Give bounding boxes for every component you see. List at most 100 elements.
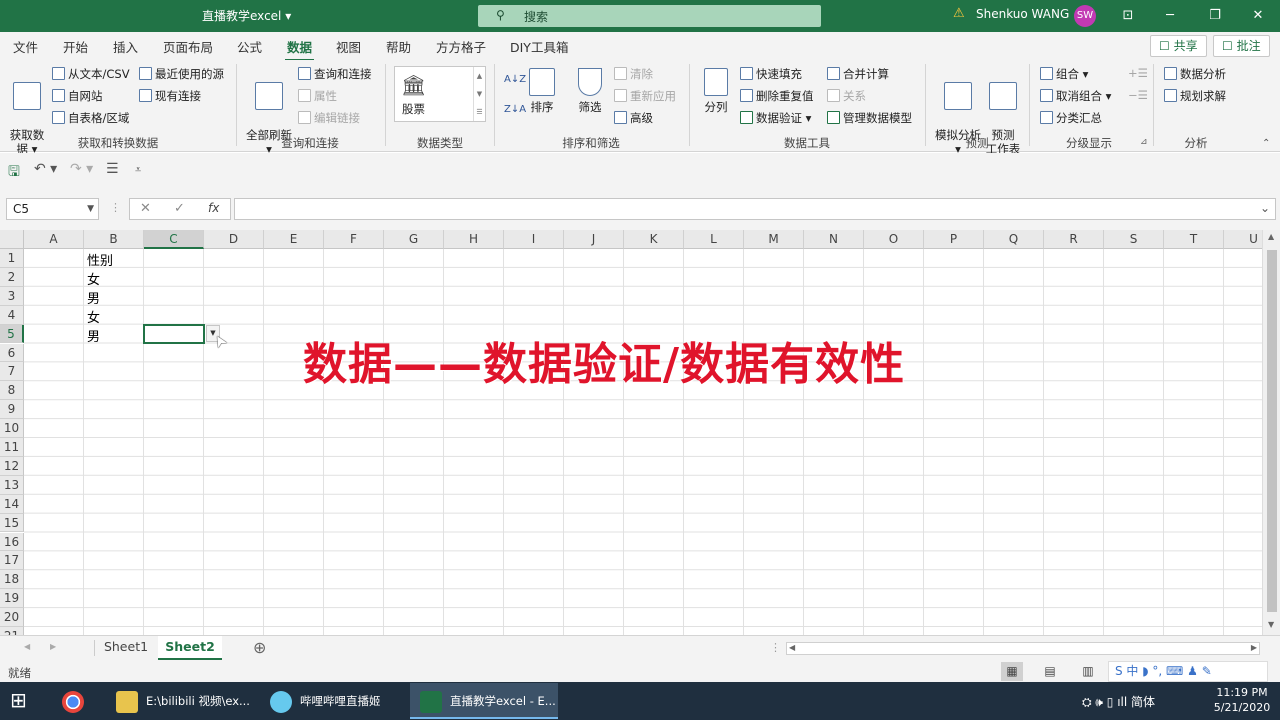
flash-fill-button[interactable]: 快速填充 bbox=[740, 66, 802, 82]
outline-dialog-launcher-icon[interactable]: ⊿ bbox=[1140, 137, 1148, 147]
tab-file[interactable]: 文件 bbox=[13, 37, 38, 56]
tab-view[interactable]: 视图 bbox=[336, 37, 361, 56]
tab-formulas[interactable]: 公式 bbox=[237, 37, 262, 56]
taskbar-file-explorer[interactable]: E:\bilibili 视频\ex... bbox=[106, 683, 252, 719]
system-tray[interactable]: ⛭ 🕪 ▯ ıll 简体 bbox=[1082, 693, 1155, 710]
search-box[interactable]: ⚲ 搜索 bbox=[478, 5, 821, 27]
windows-start-icon[interactable]: ⊞ bbox=[10, 688, 27, 712]
page-layout-view-icon[interactable]: ▤ bbox=[1039, 662, 1061, 681]
cell-b5[interactable]: 男 bbox=[87, 326, 100, 345]
edit-links-button[interactable]: 编辑链接 bbox=[298, 110, 360, 126]
group-button[interactable]: 组合 ▾ bbox=[1040, 66, 1088, 82]
tab-fangfang[interactable]: 方方格子 bbox=[436, 37, 486, 56]
form-icon[interactable]: ☰ bbox=[106, 161, 119, 177]
queries-connections-button[interactable]: 查询和连接 bbox=[298, 66, 372, 82]
data-analysis-button[interactable]: 数据分析 bbox=[1164, 66, 1226, 82]
manage-data-model-button[interactable]: 管理数据模型 bbox=[827, 110, 912, 126]
warning-icon[interactable]: ⚠ bbox=[953, 6, 965, 21]
remove-duplicates-button[interactable]: 删除重复值 bbox=[740, 88, 814, 104]
name-box[interactable]: C5 ▼ bbox=[6, 198, 99, 220]
scroll-right-icon[interactable]: ▶ bbox=[1251, 643, 1257, 652]
ungroup-button[interactable]: 取消组合 ▾ bbox=[1040, 88, 1111, 104]
scroll-down-icon[interactable]: ▼ bbox=[1268, 620, 1274, 629]
taskbar-excel[interactable]: 直播教学excel - E... bbox=[410, 683, 558, 719]
avatar[interactable]: SW bbox=[1074, 5, 1096, 27]
recent-sources-button[interactable]: 最近使用的源 bbox=[139, 66, 224, 82]
from-table-button[interactable]: 自表格/区域 bbox=[52, 110, 129, 126]
horizontal-scrollbar-thumb[interactable] bbox=[801, 645, 1241, 652]
advanced-filter-button[interactable]: 高级 bbox=[614, 110, 653, 126]
user-name[interactable]: Shenkuo WANG bbox=[976, 7, 1069, 21]
gallery-scroll-icon[interactable]: ▲ ▼ ☰ bbox=[473, 67, 485, 121]
solver-button[interactable]: 规划求解 bbox=[1164, 88, 1226, 104]
existing-connections-button[interactable]: 现有连接 bbox=[139, 88, 201, 104]
active-cell[interactable] bbox=[143, 323, 205, 345]
vertical-scrollbar[interactable]: ▲ ▼ bbox=[1262, 230, 1280, 635]
cell-b4[interactable]: 女 bbox=[87, 307, 100, 326]
undo-icon[interactable]: ↶ ▾ bbox=[34, 161, 57, 177]
data-analysis-label: 数据分析 bbox=[1180, 67, 1226, 81]
horizontal-scrollbar[interactable]: ◀ ▶ bbox=[786, 642, 1260, 655]
taskbar-chrome[interactable] bbox=[52, 683, 102, 719]
add-sheet-icon[interactable]: ⊕ bbox=[253, 638, 266, 657]
sheet-tab-sheet2[interactable]: Sheet2 bbox=[158, 636, 222, 660]
taskbar-bilibili-live[interactable]: 哔哩哔哩直播姬 bbox=[260, 683, 406, 719]
sheet-tab-sheet1[interactable]: Sheet1 bbox=[98, 636, 154, 660]
show-detail-icon[interactable]: +☰ bbox=[1128, 66, 1148, 80]
insert-function-icon[interactable]: fx bbox=[208, 201, 219, 215]
relationships-button[interactable]: 关系 bbox=[827, 88, 866, 104]
restore-icon[interactable]: ❐ bbox=[1205, 6, 1225, 26]
sort-button[interactable]: 排序 bbox=[527, 68, 557, 114]
sort-descending-icon[interactable]: Z↓A bbox=[504, 104, 526, 115]
from-text-csv-button[interactable]: 从文本/CSV bbox=[52, 66, 130, 82]
hide-detail-icon[interactable]: −☰ bbox=[1128, 88, 1148, 102]
tab-data[interactable]: 数据 bbox=[284, 37, 315, 61]
enter-icon[interactable]: ✓ bbox=[174, 201, 185, 216]
next-sheet-icon[interactable]: ▶ bbox=[50, 642, 56, 651]
cell-b3[interactable]: 男 bbox=[87, 288, 100, 307]
reapply-button[interactable]: 重新应用 bbox=[614, 88, 676, 104]
data-validation-button[interactable]: 数据验证 ▾ bbox=[740, 110, 811, 126]
cancel-icon[interactable]: ✕ bbox=[140, 201, 151, 216]
document-title[interactable]: 直播教学excel ▾ bbox=[202, 7, 291, 24]
from-web-button[interactable]: 自网站 bbox=[52, 88, 103, 104]
save-icon[interactable]: 🖫 bbox=[8, 161, 20, 185]
clear-filter-button[interactable]: 清除 bbox=[614, 66, 653, 82]
scroll-left-icon[interactable]: ◀ bbox=[789, 643, 795, 652]
tab-split-handle-icon[interactable]: ⋮ bbox=[770, 641, 781, 654]
spreadsheet-grid[interactable]: ABCDEFGHIJKLMNOPQRSTU 1 2 3 4 5 6 7 8 9 10 11 12 13 1… bbox=[0, 230, 1280, 635]
data-types-gallery[interactable]: 🏛 股票 ▲ ▼ ☰ bbox=[394, 66, 486, 122]
tab-insert[interactable]: 插入 bbox=[113, 37, 138, 56]
scroll-up-icon[interactable]: ▲ bbox=[1268, 232, 1274, 241]
consolidate-button[interactable]: 合并计算 bbox=[827, 66, 889, 82]
customize-qat-icon[interactable]: ⩡ bbox=[135, 163, 141, 177]
formula-bar-handle-icon[interactable]: ⋮ bbox=[110, 201, 121, 214]
tab-home[interactable]: 开始 bbox=[63, 37, 88, 56]
filter-button[interactable]: 筛选 bbox=[574, 68, 606, 114]
chevron-down-icon[interactable]: ▼ bbox=[87, 199, 94, 219]
properties-button[interactable]: 属性 bbox=[298, 88, 337, 104]
redo-icon[interactable]: ↷ ▾ bbox=[70, 161, 93, 177]
ribbon-display-icon[interactable]: ⊡ bbox=[1118, 6, 1138, 26]
sort-ascending-icon[interactable]: A↓Z bbox=[504, 74, 526, 85]
text-to-columns-button[interactable]: 分列 bbox=[700, 68, 732, 114]
expand-formula-icon[interactable]: ⌄ bbox=[1260, 201, 1270, 215]
comments-button[interactable]: ☐ 批注 bbox=[1213, 35, 1270, 57]
cell-b2[interactable]: 女 bbox=[87, 269, 100, 288]
tab-diy-toolbox[interactable]: DIY工具箱 bbox=[510, 37, 568, 56]
prev-sheet-icon[interactable]: ◀ bbox=[24, 642, 30, 651]
vertical-scrollbar-thumb[interactable] bbox=[1267, 250, 1277, 612]
clock[interactable]: 11:19 PM 5/21/2020 bbox=[1208, 685, 1276, 715]
share-button[interactable]: ☐ 共享 bbox=[1150, 35, 1207, 57]
close-icon[interactable]: ✕ bbox=[1248, 6, 1268, 26]
subtotal-button[interactable]: 分类汇总 bbox=[1040, 110, 1102, 126]
tab-help[interactable]: 帮助 bbox=[386, 37, 411, 56]
collapse-ribbon-icon[interactable]: ⌃ bbox=[1262, 138, 1270, 149]
ime-toolbar[interactable]: S 中 ◗ °, ⌨ ♟ ✎ bbox=[1108, 661, 1268, 682]
tab-page-layout[interactable]: 页面布局 bbox=[163, 37, 213, 56]
normal-view-icon[interactable]: ▦ bbox=[1001, 662, 1023, 681]
cell-b1[interactable]: 性别 bbox=[87, 250, 113, 269]
formula-input[interactable]: ⌄ bbox=[234, 198, 1276, 220]
page-break-view-icon[interactable]: ▥ bbox=[1077, 662, 1099, 681]
minimize-icon[interactable]: ─ bbox=[1160, 6, 1180, 26]
